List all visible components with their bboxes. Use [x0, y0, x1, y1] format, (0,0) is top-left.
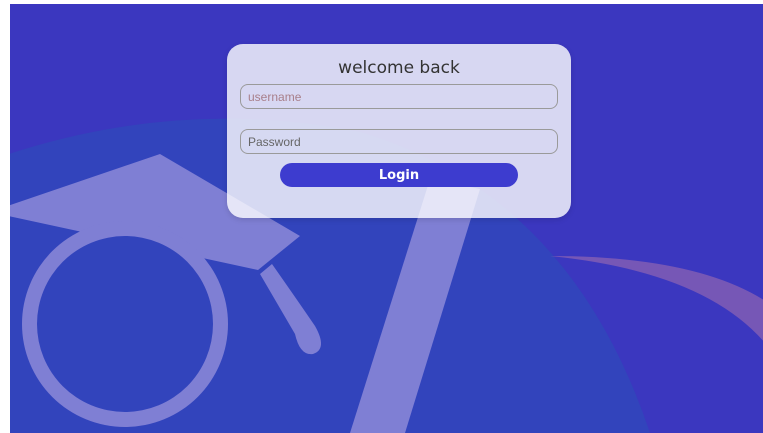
- login-button[interactable]: Login: [280, 163, 518, 187]
- password-input[interactable]: [240, 129, 558, 154]
- login-page: welcome back Login: [10, 4, 763, 433]
- login-title: welcome back: [338, 58, 460, 78]
- login-card: welcome back Login: [227, 44, 571, 218]
- logo-ring-inner: [37, 236, 213, 412]
- username-input[interactable]: [240, 84, 558, 109]
